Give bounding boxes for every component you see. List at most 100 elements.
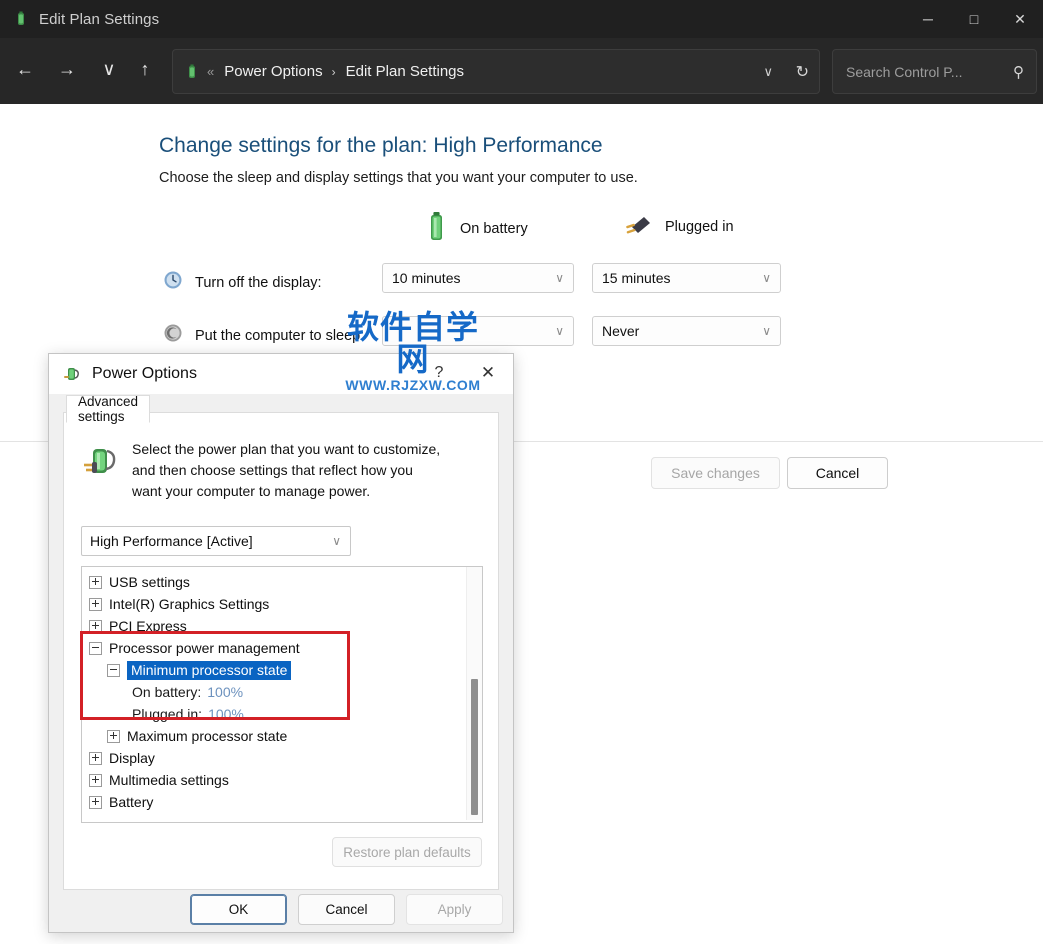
tab-advanced-settings[interactable]: Advanced settings [66, 394, 151, 424]
sleep-moon-icon [163, 323, 183, 348]
recent-locations-button[interactable]: ∨ [92, 52, 126, 86]
combo-display-plugged-in[interactable]: 15 minutes ∨ [592, 263, 781, 293]
collapse-minus-icon[interactable] [107, 663, 120, 677]
maximize-button[interactable]: □ [951, 0, 997, 38]
search-box[interactable]: ⚲ [832, 49, 1037, 94]
chevron-down-icon: ∨ [555, 271, 564, 285]
tree-item-label: Multimedia settings [109, 772, 229, 788]
combo-display-on-battery[interactable]: 10 minutes ∨ [382, 263, 574, 293]
back-button[interactable]: ← [8, 52, 42, 86]
dialog-intro-text: Select the power plan that you want to c… [132, 441, 441, 499]
tree-item-label: USB settings [109, 574, 190, 590]
tree-nodes: USB settings Intel(R) Graphics Settings … [82, 571, 452, 813]
minimize-button[interactable]: ─ [905, 0, 951, 38]
tree-item-label: PCI Express [109, 618, 187, 634]
ok-button[interactable]: OK [190, 894, 287, 925]
page-subtitle: Choose the sleep and display settings th… [159, 170, 638, 186]
dialog-close-button[interactable]: ✕ [477, 363, 499, 383]
advanced-settings-tree[interactable]: USB settings Intel(R) Graphics Settings … [81, 566, 483, 823]
tree-item-display[interactable]: Display [82, 747, 452, 769]
combo-sleep-on-battery[interactable]: ∨ [382, 316, 574, 346]
tree-item-minimum-processor-state[interactable]: Minimum processor state [82, 659, 452, 681]
window-title: Edit Plan Settings [39, 10, 160, 28]
chevron-down-icon: ∨ [332, 534, 341, 548]
window-titlebar: Edit Plan Settings ─ □ ✕ [0, 0, 1043, 38]
expand-plus-icon[interactable] [89, 773, 102, 787]
power-plan-icon [12, 10, 30, 28]
chevron-down-icon: ∨ [762, 271, 771, 285]
dialog-cancel-button[interactable]: Cancel [298, 894, 395, 925]
expand-plus-icon[interactable] [89, 597, 102, 611]
up-button[interactable]: ↑ [128, 52, 162, 86]
tree-value-label: Plugged in: [132, 706, 203, 722]
address-bar[interactable]: « Power Options › Edit Plan Settings ∨ ↻ [172, 49, 820, 94]
help-button[interactable]: ? [429, 364, 449, 382]
restore-plan-defaults-button[interactable]: Restore plan defaults [332, 837, 482, 867]
dialog-footer: OK Cancel Apply [49, 886, 513, 932]
chevron-down-icon: ∨ [762, 324, 771, 338]
display-clock-icon [163, 270, 183, 295]
power-options-dialog: Power Options ? ✕ Advanced settings Sele… [48, 353, 514, 933]
expand-plus-icon[interactable] [89, 575, 102, 589]
tree-item-label: Display [109, 750, 155, 766]
tree-item-maximum-processor-state[interactable]: Maximum processor state [82, 725, 452, 747]
tree-scrollbar-thumb[interactable] [471, 679, 478, 815]
expand-plus-icon[interactable] [89, 619, 102, 633]
address-overflow-chevrons[interactable]: « [207, 64, 214, 79]
forward-button[interactable]: → [50, 52, 84, 86]
tree-scrollbar[interactable] [466, 567, 482, 820]
column-header-on-battery: On battery [425, 209, 528, 248]
collapse-minus-icon[interactable] [89, 641, 102, 655]
row-label-turn-off-display: Turn off the display: [163, 270, 322, 295]
battery-icon [425, 209, 447, 248]
tree-value-number[interactable]: 100% [208, 706, 244, 722]
breadcrumb-edit-plan-settings[interactable]: Edit Plan Settings [346, 63, 464, 80]
plan-select[interactable]: High Performance [Active] ∨ [81, 526, 351, 556]
breadcrumb-power-options[interactable]: Power Options [224, 63, 322, 80]
tree-value-on-battery[interactable]: On battery: 100% [82, 681, 452, 703]
page-title: Change settings for the plan: High Perfo… [159, 134, 603, 157]
window-controls: ─ □ ✕ [905, 0, 1043, 38]
column-header-plugged-in: Plugged in [620, 209, 734, 244]
power-options-icon [62, 364, 82, 384]
refresh-icon[interactable]: ↻ [796, 62, 809, 82]
cancel-button[interactable]: Cancel [787, 457, 888, 489]
expand-plus-icon[interactable] [89, 795, 102, 809]
tree-item-pci-express[interactable]: PCI Express [82, 615, 452, 637]
tree-item-processor-power-management[interactable]: Processor power management [82, 637, 452, 659]
tree-item-multimedia-settings[interactable]: Multimedia settings [82, 769, 452, 791]
combo-value-sleep-plugged-in: Never [602, 323, 640, 339]
combo-value-display-plugged-in: 15 minutes [602, 270, 671, 286]
dialog-intro: Select the power plan that you want to c… [80, 439, 444, 502]
combo-sleep-plugged-in[interactable]: Never ∨ [592, 316, 781, 346]
tree-item-label: Maximum processor state [127, 728, 288, 744]
close-button[interactable]: ✕ [997, 0, 1043, 38]
breadcrumb-separator-icon: › [331, 64, 336, 79]
chevron-down-icon: ∨ [555, 324, 564, 338]
tree-item-label-selected: Minimum processor state [127, 660, 292, 680]
tree-item-label: Intel(R) Graphics Settings [109, 596, 270, 612]
tree-item-label: Processor power management [109, 640, 300, 656]
combo-value-display-on-battery: 10 minutes [392, 270, 461, 286]
address-power-icon [183, 62, 201, 82]
tree-value-label: On battery: [132, 684, 202, 700]
expand-plus-icon[interactable] [89, 751, 102, 765]
chevron-down-icon[interactable]: ∨ [763, 64, 773, 80]
dialog-titlebar: Power Options ? ✕ [49, 354, 513, 394]
apply-button[interactable]: Apply [406, 894, 503, 925]
tree-value-number[interactable]: 100% [207, 684, 243, 700]
power-plan-large-icon [80, 439, 120, 481]
search-input[interactable] [844, 62, 998, 81]
tree-item-usb-settings[interactable]: USB settings [82, 571, 452, 593]
tree-item-battery[interactable]: Battery [82, 791, 452, 813]
tree-item-intel-graphics-settings[interactable]: Intel(R) Graphics Settings [82, 593, 452, 615]
save-changes-button[interactable]: Save changes [651, 457, 780, 489]
label-turn-off-display: Turn off the display: [195, 274, 322, 291]
label-put-computer-to-sleep: Put the computer to sleep: [195, 327, 365, 344]
tree-item-label: Battery [109, 794, 154, 810]
dialog-title: Power Options [92, 365, 197, 382]
row-label-put-computer-to-sleep: Put the computer to sleep: [163, 323, 364, 348]
plan-select-value: High Performance [Active] [90, 533, 253, 549]
expand-plus-icon[interactable] [107, 729, 120, 743]
tree-value-plugged-in[interactable]: Plugged in: 100% [82, 703, 452, 725]
